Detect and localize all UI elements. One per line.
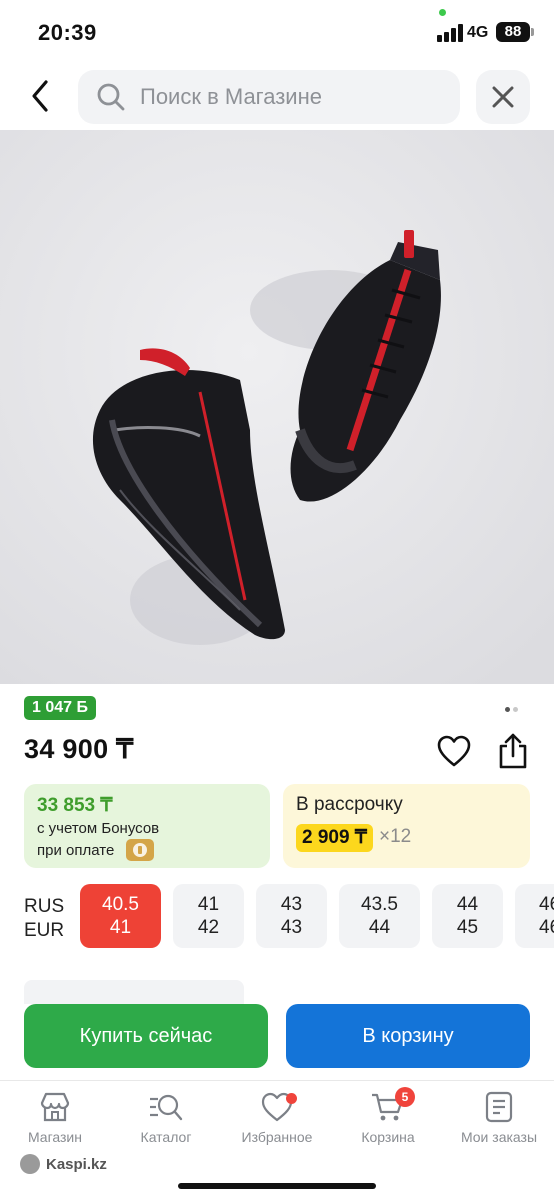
status-bar: 20:39 4G 88 [0, 0, 554, 64]
size-eur: 43 [280, 917, 303, 938]
bonus-price: 33 853 ₸ [37, 795, 113, 816]
size-rus: 44 [456, 894, 479, 915]
camera-indicator-dot [439, 9, 446, 16]
search-box[interactable] [78, 70, 460, 124]
installment-card[interactable]: В рассрочку 2 909 ₸ ×12 [283, 784, 530, 868]
home-indicator[interactable] [178, 1183, 376, 1189]
search-input[interactable] [140, 70, 440, 124]
buy-now-button[interactable]: Купить сейчас [24, 1004, 268, 1068]
size-chip[interactable]: 44 45 [432, 884, 503, 948]
close-icon [492, 86, 514, 108]
bonus-offer-card[interactable]: 33 853 ₸ с учетом Бонусов при оплате [24, 784, 270, 868]
size-system-rus: RUS [24, 896, 65, 917]
size-rus: 43 [280, 894, 303, 915]
installment-multiplier: ×12 [379, 826, 412, 847]
tab-store[interactable]: Магазин [0, 1091, 110, 1151]
product-price: 34 900 ₸ [24, 734, 134, 764]
catalog-search-icon [150, 1094, 183, 1121]
heart-icon [437, 735, 471, 767]
store-icon [40, 1092, 70, 1122]
product-image[interactable] [0, 130, 554, 684]
favorites-notification-dot [286, 1093, 297, 1104]
installment-amount: 2 909 ₸ [296, 824, 373, 852]
carousel-dot-active [505, 707, 510, 712]
size-chip[interactable]: 43 43 [256, 884, 327, 948]
tab-label: Мои заказы [460, 1129, 538, 1145]
size-rus: 46 [539, 894, 554, 915]
add-to-cart-button[interactable]: В корзину [286, 1004, 530, 1068]
size-eur: 46 [539, 917, 554, 938]
tab-orders[interactable]: Мои заказы [444, 1091, 554, 1151]
battery-tip [531, 28, 534, 36]
signal-icon [437, 24, 463, 42]
network-type: 4G [467, 24, 489, 41]
status-time: 20:39 [38, 20, 97, 45]
size-eur: 41 [109, 917, 132, 938]
tab-label: Магазин [27, 1129, 82, 1145]
tab-favorites[interactable]: Избранное [222, 1091, 332, 1151]
tab-label: Избранное [241, 1129, 313, 1145]
size-table-link[interactable] [24, 980, 244, 1004]
chevron-left-icon [32, 80, 48, 112]
favorite-button[interactable] [436, 734, 472, 768]
carousel-dots [505, 699, 521, 717]
tab-label: Корзина [361, 1129, 415, 1145]
size-chip[interactable]: 43.5 44 [339, 884, 420, 948]
tab-catalog[interactable]: Каталог [111, 1091, 221, 1151]
size-chip[interactable]: 41 42 [173, 884, 244, 948]
cart-count-badge: 5 [395, 1087, 415, 1107]
kaspi-logo-icon [20, 1154, 40, 1174]
watermark-text: Kaspi.kz [46, 1156, 107, 1173]
boxing-shoes-illustration [0, 130, 554, 684]
share-button[interactable] [496, 732, 530, 770]
carousel-dot [513, 707, 518, 712]
size-system-eur: EUR [24, 920, 65, 941]
tab-label: Каталог [140, 1129, 192, 1145]
size-eur: 45 [456, 917, 479, 938]
size-eur: 42 [197, 917, 220, 938]
size-eur: 44 [368, 917, 391, 938]
size-rus: 43.5 [361, 894, 398, 915]
bonus-offer-line1: с учетом Бонусов [37, 820, 160, 837]
tab-cart[interactable]: 5 Корзина [333, 1087, 443, 1151]
orders-icon [485, 1091, 513, 1123]
size-chip[interactable]: 46 46 [515, 884, 554, 948]
share-icon [499, 733, 527, 769]
back-button[interactable] [22, 74, 62, 118]
battery-icon: 88 [496, 22, 530, 42]
kaspi-pay-icon [126, 839, 154, 861]
bonus-points-badge: 1 047 Б [24, 696, 96, 720]
close-search-button[interactable] [476, 70, 530, 124]
bottom-tab-bar: Магазин Каталог Избранное 5 Корзина Мои … [0, 1080, 554, 1200]
search-icon [97, 83, 125, 111]
size-chip-selected[interactable]: 40.5 41 [80, 884, 161, 948]
size-system-labels: RUS EUR [24, 895, 64, 943]
installment-title: В рассрочку [296, 794, 403, 815]
size-rus: 41 [197, 894, 220, 915]
bonus-offer-line2: при оплате [37, 842, 115, 859]
size-rus: 40.5 [102, 894, 139, 915]
